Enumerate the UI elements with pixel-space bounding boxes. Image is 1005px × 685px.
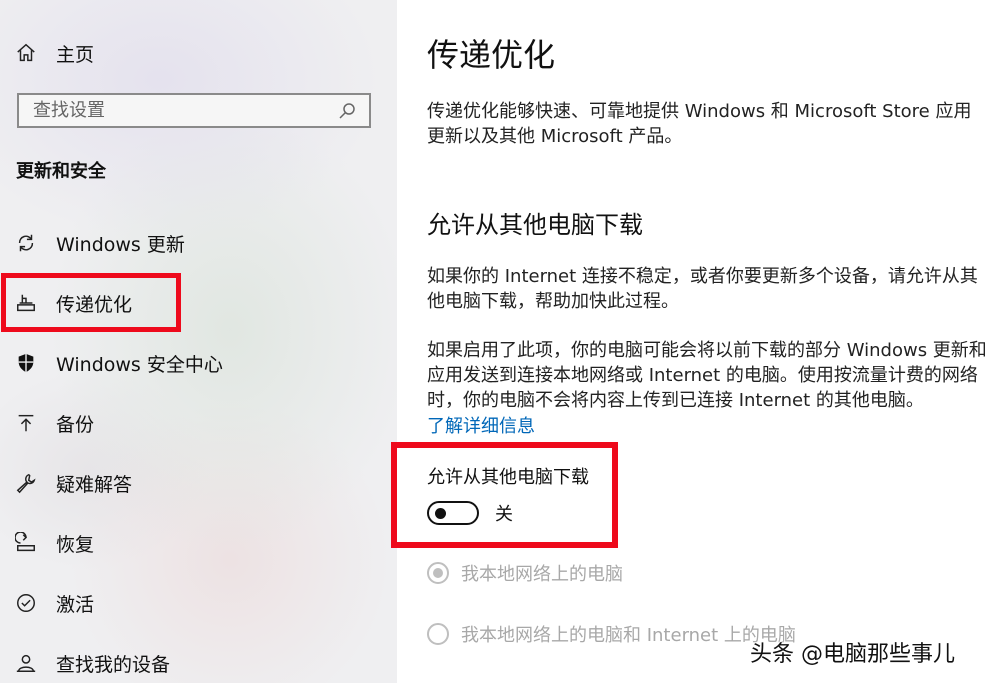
main-content: 传递优化 传递优化能够快速、可靠地提供 Windows 和 Microsoft … — [391, 0, 1005, 683]
sidebar-item-find-my-device[interactable]: 查找我的设备 — [0, 641, 397, 685]
radio-label: 我本地网络上的电脑 — [461, 564, 623, 585]
home-icon — [14, 41, 38, 65]
sidebar-item-windows-update[interactable]: Windows 更新 — [0, 221, 397, 265]
sidebar-item-label: 备份 — [56, 413, 95, 436]
check-circle-icon — [14, 591, 38, 615]
intro-text: 传递优化能够快速、可靠地提供 Windows 和 Microsoft Store… — [427, 101, 972, 147]
learn-more-link[interactable]: 了解详细信息 — [427, 412, 535, 438]
radio-local-network[interactable]: 我本地网络上的电脑 — [427, 560, 623, 586]
radio-button[interactable] — [427, 623, 449, 645]
radio-dot — [433, 568, 443, 578]
sidebar-item-label: 恢复 — [56, 533, 95, 556]
radio-local-and-internet[interactable]: 我本地网络上的电脑和 Internet 上的电脑 — [427, 621, 796, 647]
radio-button[interactable] — [427, 562, 449, 584]
watermark: 头条 @电脑那些事儿 — [750, 642, 955, 667]
sidebar-item-windows-security[interactable]: Windows 安全中心 — [0, 341, 397, 385]
sidebar-item-backup[interactable]: 备份 — [0, 401, 397, 445]
shield-icon — [14, 351, 38, 375]
sidebar-item-label: 激活 — [56, 593, 95, 616]
home-nav-item[interactable]: 主页 — [14, 38, 94, 68]
annotation-highlight-box — [1, 273, 181, 332]
sidebar-item-label: 查找我的设备 — [56, 653, 171, 676]
description-text: 如果你的 Internet 连接不稳定，或者你要更新多个设备，请允许从其他电脑下… — [427, 266, 978, 312]
section-title: 更新和安全 — [16, 161, 106, 182]
sidebar-item-label: Windows 更新 — [56, 233, 185, 256]
annotation-highlight-box — [391, 442, 618, 548]
sidebar-item-recovery[interactable]: 恢复 — [0, 521, 397, 565]
subsection-title: 允许从其他电脑下载 — [427, 211, 643, 239]
sidebar: 主页 更新和安全 Windows 更新 传递优化 Windows 安全中心 备份 — [0, 0, 397, 683]
sidebar-item-troubleshoot[interactable]: 疑难解答 — [0, 461, 397, 505]
search-icon[interactable] — [337, 101, 357, 121]
radio-label: 我本地网络上的电脑和 Internet 上的电脑 — [461, 625, 796, 646]
home-label: 主页 — [56, 43, 95, 66]
search-box[interactable] — [17, 93, 371, 128]
refresh-icon — [14, 231, 38, 255]
details-text: 如果启用了此项，你的电脑可能会将以前下载的部分 Windows 更新和应用发送到… — [427, 340, 987, 411]
recovery-icon — [14, 531, 38, 555]
person-locate-icon — [14, 651, 38, 675]
sidebar-item-label: Windows 安全中心 — [56, 353, 223, 376]
wrench-icon — [14, 471, 38, 495]
sidebar-item-label: 疑难解答 — [56, 473, 133, 496]
page-title: 传递优化 — [427, 36, 556, 74]
backup-arrow-icon — [14, 411, 38, 435]
sidebar-item-activation[interactable]: 激活 — [0, 581, 397, 625]
search-input[interactable] — [19, 95, 333, 126]
